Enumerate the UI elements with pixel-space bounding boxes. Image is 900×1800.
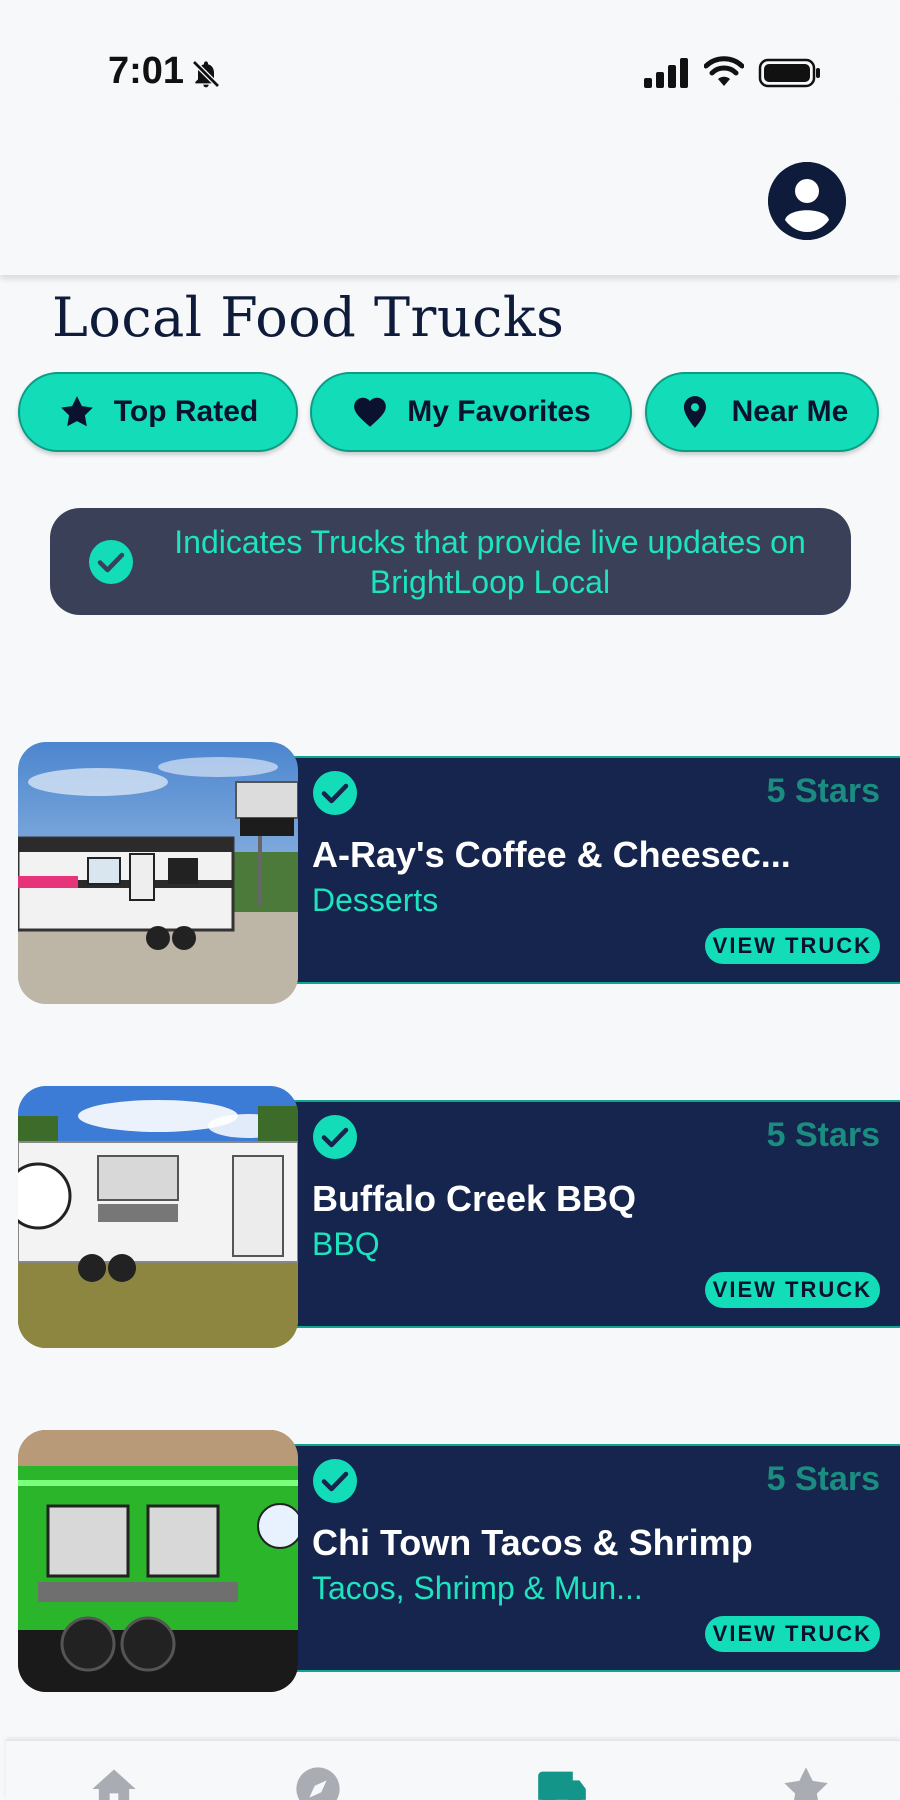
live-updates-text: Indicates Trucks that provide live updat… bbox=[174, 524, 806, 600]
cellular-signal-icon bbox=[644, 58, 688, 88]
account-circle-icon bbox=[768, 162, 846, 240]
rating-label: 5 Stars bbox=[766, 772, 880, 810]
truck-name: Buffalo Creek BBQ bbox=[312, 1178, 637, 1219]
bell-slash-icon bbox=[190, 58, 222, 90]
filter-label: Near Me bbox=[731, 395, 849, 428]
bottom-tab-bar bbox=[6, 1740, 900, 1800]
home-icon bbox=[92, 1769, 136, 1800]
tab-home[interactable] bbox=[84, 1763, 144, 1800]
truck-category: Tacos, Shrimp & Mun... bbox=[312, 1570, 643, 1606]
filter-my-favorites-button[interactable]: My Favorites bbox=[310, 372, 632, 452]
truck-icon bbox=[538, 1771, 586, 1800]
truck-card[interactable]: 5 Stars A-Ray's Coffee & Cheesec... Dess… bbox=[18, 742, 900, 1004]
filter-near-me-button[interactable]: Near Me bbox=[645, 372, 879, 452]
star-icon bbox=[60, 396, 93, 427]
wifi-icon bbox=[703, 56, 745, 88]
view-truck-button[interactable]: VIEW TRUCK bbox=[704, 928, 880, 964]
check-circle-icon bbox=[313, 771, 357, 815]
star-icon bbox=[784, 1767, 828, 1800]
rating-label: 5 Stars bbox=[766, 1460, 880, 1498]
rating-label: 5 Stars bbox=[766, 1116, 880, 1154]
truck-card[interactable]: 5 Stars Chi Town Tacos & Shrimp Tacos, S… bbox=[18, 1430, 900, 1692]
truck-info-panel: 5 Stars A-Ray's Coffee & Cheesec... Dess… bbox=[288, 756, 900, 984]
tab-explore[interactable] bbox=[288, 1763, 348, 1800]
truck-category: BBQ bbox=[312, 1226, 380, 1262]
status-time: 7:01 bbox=[108, 50, 185, 92]
truck-category: Desserts bbox=[312, 882, 439, 918]
tab-favorites[interactable] bbox=[776, 1763, 836, 1800]
tab-trucks[interactable] bbox=[532, 1763, 592, 1800]
truck-name: A-Ray's Coffee & Cheesec... bbox=[312, 834, 791, 875]
filter-label: Top Rated bbox=[113, 395, 259, 428]
filter-label: My Favorites bbox=[407, 395, 591, 428]
truck-photo bbox=[18, 1430, 298, 1692]
compass-icon bbox=[296, 1767, 340, 1800]
battery-icon bbox=[758, 57, 822, 89]
status-bar: 7:01 bbox=[0, 0, 900, 100]
truck-name: Chi Town Tacos & Shrimp bbox=[312, 1522, 753, 1563]
truck-photo bbox=[18, 742, 298, 1004]
truck-info-panel: 5 Stars Chi Town Tacos & Shrimp Tacos, S… bbox=[288, 1444, 900, 1672]
view-truck-button[interactable]: VIEW TRUCK bbox=[704, 1616, 880, 1652]
profile-button[interactable] bbox=[768, 162, 846, 240]
check-circle-icon bbox=[313, 1459, 357, 1503]
filter-top-rated-button[interactable]: Top Rated bbox=[18, 372, 298, 452]
truck-card[interactable]: 5 Stars Buffalo Creek BBQ BBQ VIEW TRUCK bbox=[18, 1086, 900, 1348]
page-title: Local Food Trucks bbox=[52, 286, 565, 349]
location-pin-icon bbox=[683, 396, 706, 428]
truck-info-panel: 5 Stars Buffalo Creek BBQ BBQ VIEW TRUCK bbox=[288, 1100, 900, 1328]
app-header bbox=[0, 100, 900, 275]
view-truck-button[interactable]: VIEW TRUCK bbox=[704, 1272, 880, 1308]
heart-icon bbox=[354, 397, 387, 427]
truck-photo bbox=[18, 1086, 298, 1348]
check-circle-icon bbox=[313, 1115, 357, 1159]
live-updates-banner: Indicates Trucks that provide live updat… bbox=[50, 508, 851, 615]
check-circle-icon bbox=[89, 540, 133, 584]
